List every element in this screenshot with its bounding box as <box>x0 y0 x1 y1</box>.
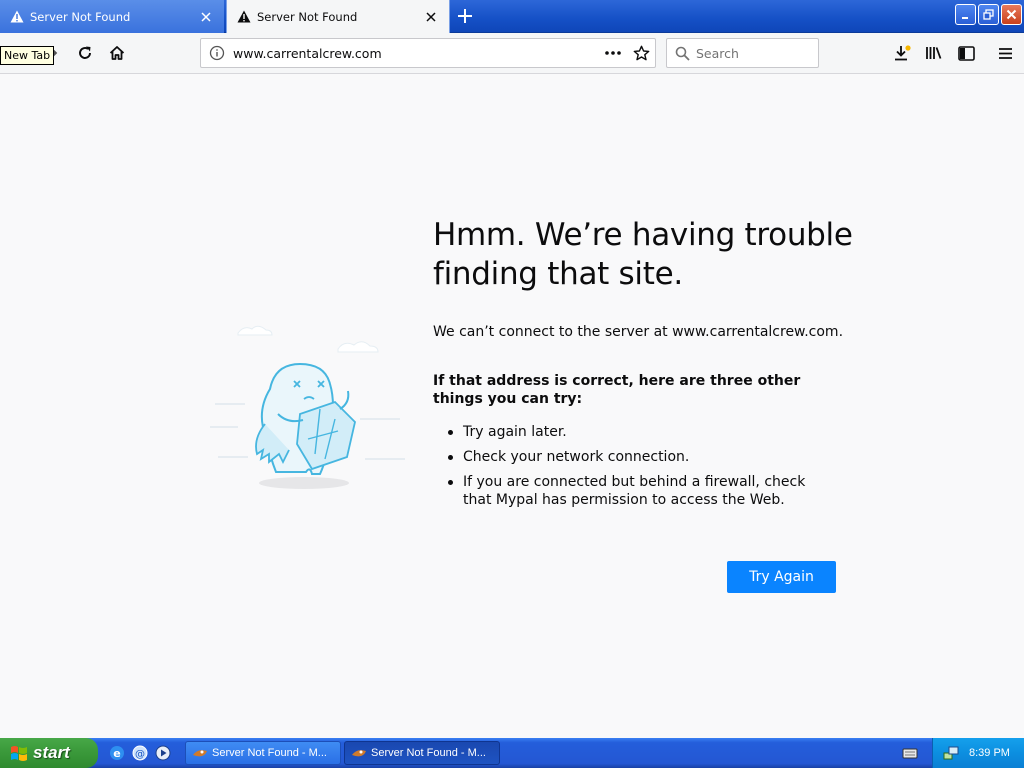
tab-server-not-found-2[interactable]: Server Not Found <box>226 0 450 33</box>
svg-text:e: e <box>113 747 120 760</box>
windows-logo-icon <box>11 746 27 761</box>
url-input[interactable] <box>233 45 599 61</box>
more-icon[interactable] <box>599 39 627 67</box>
library-button[interactable] <box>921 41 947 65</box>
info-icon[interactable] <box>201 39 233 67</box>
search-input[interactable] <box>696 45 818 61</box>
keyboard-icon[interactable] <box>902 746 918 760</box>
search-icon <box>675 46 690 61</box>
maximize-button[interactable] <box>978 4 999 25</box>
taskbar: start e @ Server Not Found - M... Server… <box>0 738 1024 768</box>
error-illustration <box>210 325 405 489</box>
network-icon[interactable] <box>943 745 959 761</box>
tab-server-not-found-1[interactable]: Server Not Found <box>0 0 224 33</box>
list-item: Check your network connection. <box>433 448 833 466</box>
reload-button[interactable] <box>72 41 98 65</box>
close-icon[interactable] <box>198 9 214 25</box>
error-page: Hmm. We’re having trouble finding that s… <box>0 74 1024 738</box>
error-suggestions-list: Try again later. Check your network conn… <box>433 423 833 516</box>
minimize-icon <box>961 16 968 19</box>
sidebar-icon <box>957 45 975 61</box>
svg-text:@: @ <box>135 749 145 760</box>
browser-icon <box>193 750 207 757</box>
taskbar-window-2[interactable]: Server Not Found - M... <box>344 741 500 765</box>
browser-icon <box>352 750 366 757</box>
download-icon <box>895 45 911 61</box>
close-icon[interactable] <box>423 9 439 25</box>
list-item: If you are connected but behind a firewa… <box>433 473 833 509</box>
email-client-icon[interactable]: @ <box>131 744 149 762</box>
warning-icon <box>237 10 251 23</box>
minimize-button[interactable] <box>955 4 976 25</box>
menu-button[interactable] <box>992 41 1018 65</box>
window-close-button[interactable] <box>1001 4 1022 25</box>
system-tray: 8:39 PM <box>932 738 1024 768</box>
home-button[interactable] <box>104 41 130 65</box>
maximize-icon <box>983 9 994 20</box>
try-again-button[interactable]: Try Again <box>727 561 836 593</box>
new-tab-tooltip: New Tab <box>0 46 55 65</box>
internet-explorer-icon[interactable]: e <box>108 744 126 762</box>
home-icon <box>109 46 125 60</box>
start-button[interactable]: start <box>0 738 98 768</box>
tab-title: Server Not Found <box>257 9 358 24</box>
list-item: Try again later. <box>433 423 833 441</box>
tab-strip: Server Not Found Server Not Found <box>0 0 1024 33</box>
start-label: start <box>33 743 70 762</box>
new-tab-button[interactable] <box>452 4 478 28</box>
task-label: Server Not Found - M... <box>371 747 486 759</box>
search-bar[interactable] <box>666 38 819 68</box>
reload-icon <box>79 46 91 59</box>
navigation-toolbar <box>0 33 1024 74</box>
media-player-icon[interactable] <box>154 744 172 762</box>
plus-icon <box>458 9 472 23</box>
error-description: We can’t connect to the server at www.ca… <box>433 324 844 340</box>
error-suggestions-heading: If that address is correct, here are thr… <box>433 373 801 407</box>
url-bar[interactable] <box>200 38 656 68</box>
task-label: Server Not Found - M... <box>212 747 327 759</box>
window-close-icon <box>1006 9 1017 20</box>
downloads-button[interactable] <box>889 41 915 65</box>
star-icon[interactable] <box>627 39 655 67</box>
clock[interactable]: 8:39 PM <box>969 747 1010 759</box>
taskbar-window-1[interactable]: Server Not Found - M... <box>185 741 341 765</box>
sidebar-button[interactable] <box>953 41 979 65</box>
library-icon <box>926 47 942 59</box>
tab-title: Server Not Found <box>30 9 131 24</box>
error-title: Hmm. We’re having trouble finding that s… <box>433 217 853 292</box>
warning-icon <box>10 10 24 23</box>
menu-icon <box>998 47 1012 59</box>
